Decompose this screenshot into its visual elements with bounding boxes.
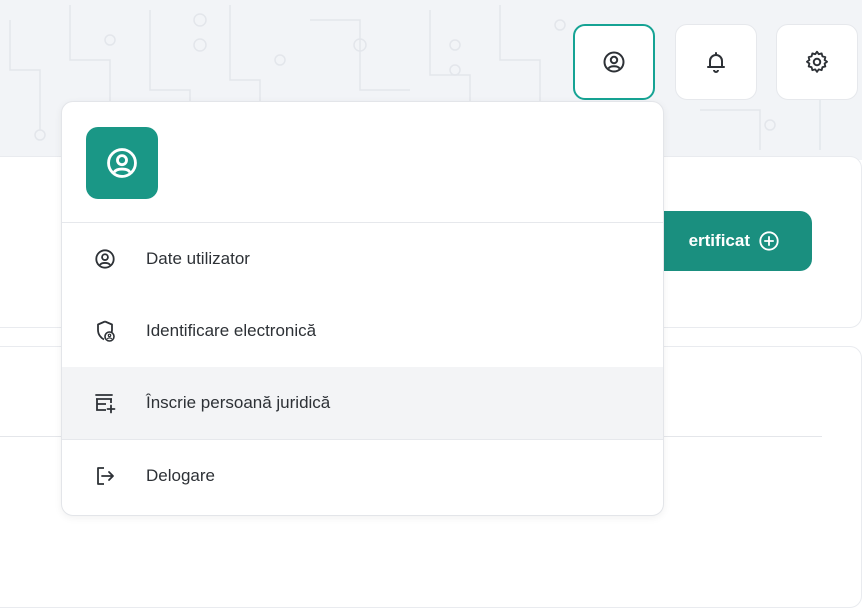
menu-item-label: Delogare	[146, 466, 215, 485]
shield-user-icon	[92, 318, 118, 344]
user-menu: Date utilizator Identificare electronică…	[61, 101, 664, 516]
user-circle-icon	[92, 246, 118, 272]
store-add-icon	[92, 390, 118, 416]
avatar	[86, 127, 158, 199]
menu-item-label: Date utilizator	[146, 249, 250, 268]
menu-item-label: Identificare electronică	[146, 321, 317, 340]
plus-circle-icon	[759, 231, 779, 251]
menu-item-electronic-id[interactable]: Identificare electronică	[62, 295, 663, 367]
menu-item-label: Înscrie persoană juridică	[146, 393, 331, 412]
logout-icon	[92, 463, 118, 489]
notifications-button[interactable]	[675, 24, 757, 100]
menu-item-logout[interactable]: Delogare	[62, 439, 663, 512]
profile-button[interactable]	[573, 24, 655, 100]
menu-item-user-data[interactable]: Date utilizator	[62, 223, 663, 295]
gear-icon	[806, 50, 828, 73]
settings-button[interactable]	[776, 24, 858, 100]
user-menu-header	[62, 102, 663, 223]
menu-item-register-legal-entity[interactable]: Înscrie persoană juridică	[62, 367, 663, 439]
user-circle-icon	[107, 148, 137, 178]
bell-icon	[707, 52, 725, 73]
certificate-button-label: ertificat	[688, 231, 750, 250]
user-circle-icon	[603, 51, 625, 73]
